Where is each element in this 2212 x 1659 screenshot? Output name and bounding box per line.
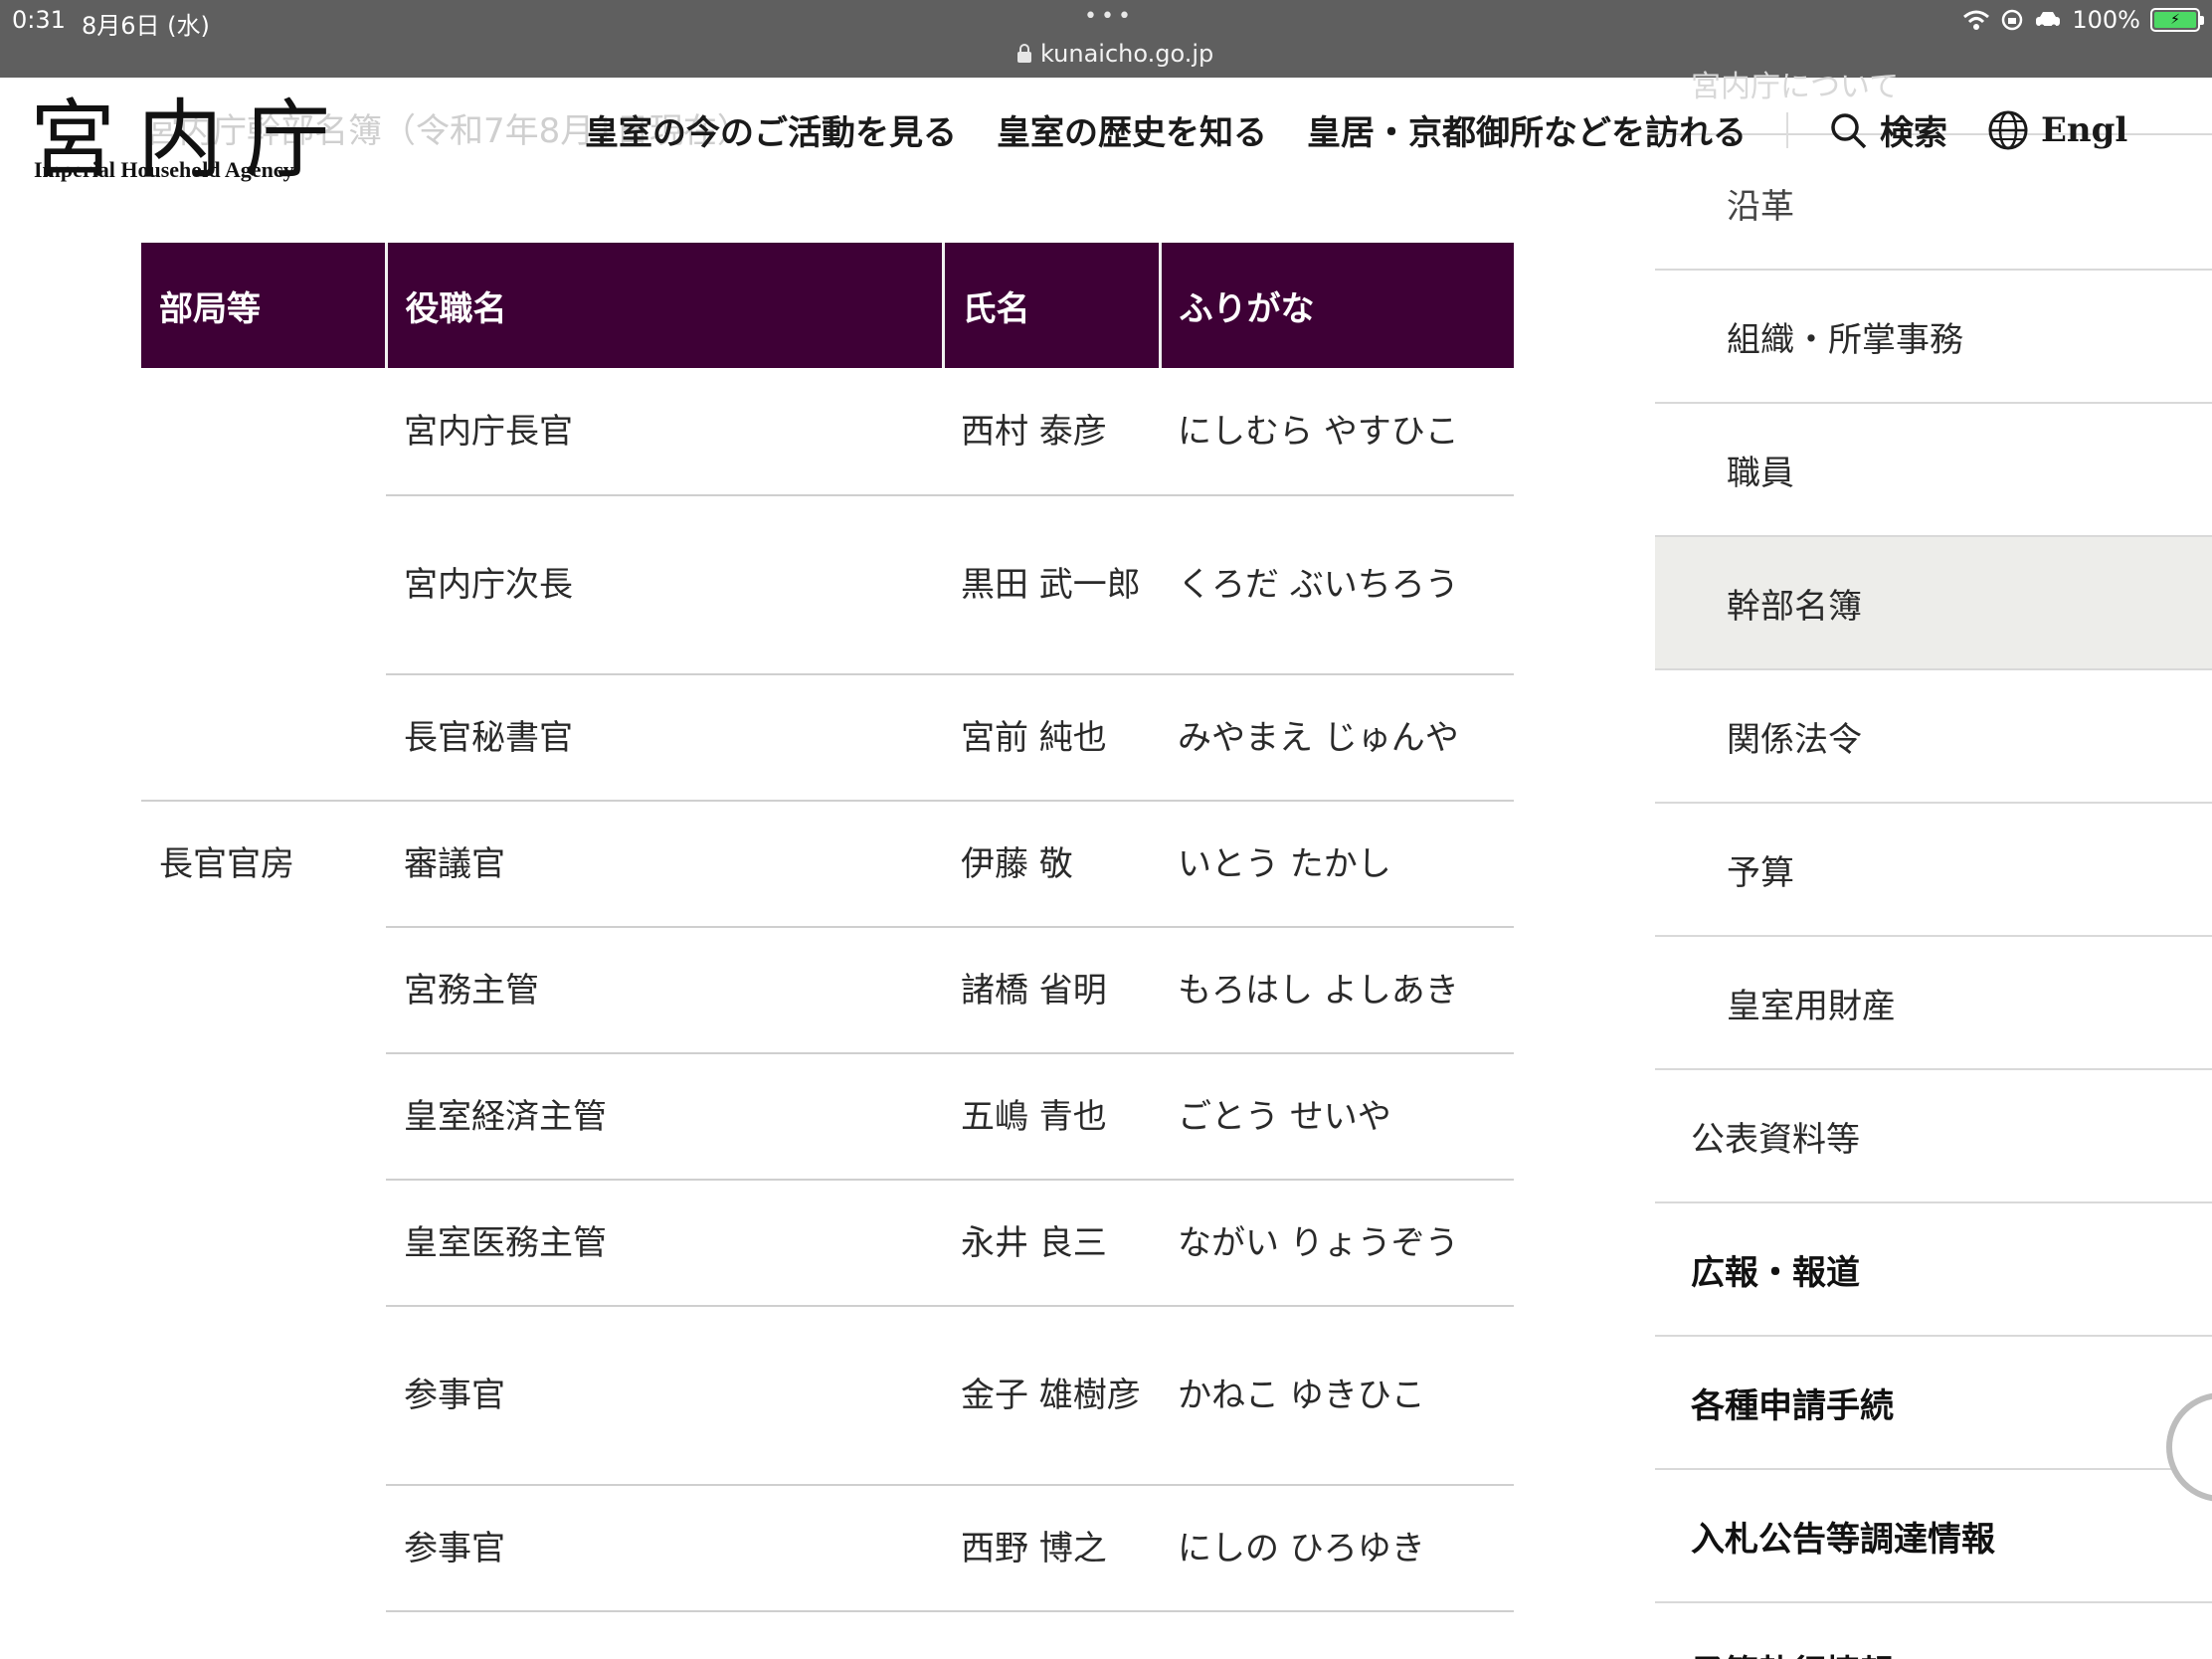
table-row: 長官官房 審議官 伊藤 敬 いとう たかし: [141, 801, 1514, 928]
search-label: 検索: [1880, 113, 1947, 153]
cell-dept: [141, 927, 386, 1053]
sidebar-item-staff[interactable]: 職員: [1655, 404, 2212, 537]
table-row: 参事官 西野 博之 にしの ひろゆき: [141, 1485, 1514, 1612]
table-row: 宮内庁次長 黒田 武一郎 くろだ ぶいちろう: [141, 495, 1514, 675]
language-label: Engl: [2041, 109, 2128, 150]
cell-kana: いとう たかし: [1160, 801, 1514, 928]
executive-list-table: 部局等 役職名 氏名 ふりがな 宮内庁長官 西村 泰彦 にしむら やすひこ 宮内…: [141, 243, 1514, 1612]
sidebar-item-budget-execution[interactable]: 予算執行情報: [1655, 1603, 2212, 1659]
cell-role: 長官秘書官: [386, 674, 943, 802]
url-text: kunaicho.go.jp: [1040, 40, 1214, 68]
cell-role: 宮内庁長官: [386, 368, 943, 496]
cell-dept: 長官官房: [159, 844, 294, 884]
cell-name: 宮前 純也: [943, 674, 1160, 802]
table-row: 宮内庁長官 西村 泰彦 にしむら やすひこ: [141, 368, 1514, 496]
cell-name: 金子 雄樹彦: [943, 1306, 1160, 1486]
nav-visit[interactable]: 皇居・京都御所などを訪れる: [1307, 105, 1747, 154]
sidebar-item-imperial-property[interactable]: 皇室用財産: [1655, 937, 2212, 1070]
cell-kana: にしむら やすひこ: [1160, 368, 1514, 496]
table-row: 皇室医務主管 永井 良三 ながい りょうぞう: [141, 1180, 1514, 1307]
global-nav: 皇室の今のご活動を見る 皇室の歴史を知る 皇居・京都御所などを訪れる 検索 En…: [585, 105, 2127, 154]
sidebar-item-public-documents[interactable]: 公表資料等: [1655, 1070, 2212, 1203]
cell-role: 皇室経済主管: [386, 1053, 943, 1181]
cell-name: 五嶋 青也: [943, 1053, 1160, 1181]
address-bar[interactable]: kunaicho.go.jp: [1016, 40, 1213, 68]
cell-kana: ごとう せいや: [1160, 1053, 1514, 1181]
sidebar-item-spacer: [1655, 135, 2212, 271]
header-name: 氏名: [941, 243, 1160, 368]
tab-overview-dots[interactable]: •••: [1084, 4, 1135, 29]
status-date: 8月6日 (水): [82, 12, 210, 40]
sidebar-item-budget[interactable]: 予算: [1655, 804, 2212, 937]
nav-history[interactable]: 皇室の歴史を知る: [997, 105, 1267, 154]
sidebar-item-procurement[interactable]: 入札公告等調達情報: [1655, 1470, 2212, 1603]
status-time: 0:31: [12, 6, 66, 34]
table-row: 宮務主管 諸橋 省明 もろはし よしあき: [141, 927, 1514, 1054]
cell-role: 宮務主管: [386, 927, 943, 1054]
sidebar-item-executive-list[interactable]: 幹部名簿: [1655, 537, 2212, 670]
nav-divider: [1786, 111, 1788, 148]
header-dept: 部局等: [141, 243, 386, 368]
cell-kana: かねこ ゆきひこ: [1160, 1306, 1514, 1486]
battery-fill: ⚡: [2154, 12, 2196, 28]
cell-name: 西村 泰彦: [943, 368, 1160, 496]
cell-dept: [141, 1485, 386, 1611]
table-row: 参事官 金子 雄樹彦 かねこ ゆきひこ: [141, 1306, 1514, 1486]
search-icon: [1831, 112, 1867, 148]
table-header-row: 部局等 役職名 氏名 ふりがな: [141, 243, 1514, 368]
car-icon: [2036, 12, 2061, 30]
nav-activities[interactable]: 皇室の今のご活動を見る: [585, 105, 957, 154]
sidebar-item-applications[interactable]: 各種申請手続: [1655, 1337, 2212, 1470]
cell-dept: [141, 368, 386, 495]
site-logo-english[interactable]: Imperial Household Agency: [34, 157, 294, 183]
lock-icon: [1017, 44, 1031, 63]
cell-dept: [141, 495, 386, 674]
cell-kana: ながい りょうぞう: [1160, 1180, 1514, 1307]
faded-sidebar-heading: 宮内庁について: [1691, 70, 1900, 104]
cell-dept: [141, 674, 386, 802]
cell-kana: みやまえ じゅんや: [1160, 674, 1514, 802]
cell-dept: [141, 1053, 386, 1180]
cell-dept: [141, 1180, 386, 1306]
cell-dept: [141, 1306, 386, 1485]
sidebar-nav: 組織・所掌事務 職員 幹部名簿 関係法令 予算 皇室用財産 公表資料等 広報・報…: [1655, 135, 2212, 1659]
cell-kana: くろだ ぶいちろう: [1160, 495, 1514, 675]
battery-percent: 100%: [2072, 6, 2140, 34]
battery-icon: ⚡: [2150, 8, 2204, 32]
header-role: 役職名: [384, 243, 943, 368]
cell-role: 参事官: [386, 1485, 943, 1612]
cell-name: 諸橋 省明: [943, 927, 1160, 1054]
orientation-lock-icon: [2002, 9, 2023, 31]
wifi-icon: [1963, 10, 1990, 30]
cell-role: 宮内庁次長: [386, 495, 943, 675]
cell-role: 審議官: [386, 801, 943, 928]
cell-name: 永井 良三: [943, 1180, 1160, 1307]
status-indicators: 100% ⚡: [1962, 6, 2204, 34]
language-button[interactable]: Engl: [1987, 109, 2127, 151]
cell-name: 黒田 武一郎: [943, 495, 1160, 675]
sidebar-item-organization[interactable]: 組織・所掌事務: [1655, 271, 2212, 404]
globe-icon: [1988, 110, 2028, 149]
sidebar-item-laws[interactable]: 関係法令: [1655, 670, 2212, 804]
cell-name: 伊藤 敬: [943, 801, 1160, 928]
search-button[interactable]: 検索: [1828, 105, 1947, 154]
cell-name: 西野 博之: [943, 1485, 1160, 1612]
cell-role: 皇室医務主管: [386, 1180, 943, 1307]
table-row: 皇室経済主管 五嶋 青也 ごとう せいや: [141, 1053, 1514, 1181]
cell-kana: にしの ひろゆき: [1160, 1485, 1514, 1612]
header-kana: ふりがな: [1158, 243, 1514, 368]
table-row: 長官秘書官 宮前 純也 みやまえ じゅんや: [141, 674, 1514, 802]
cell-role: 参事官: [386, 1306, 943, 1486]
cell-kana: もろはし よしあき: [1160, 927, 1514, 1054]
sidebar-item-press[interactable]: 広報・報道: [1655, 1203, 2212, 1337]
